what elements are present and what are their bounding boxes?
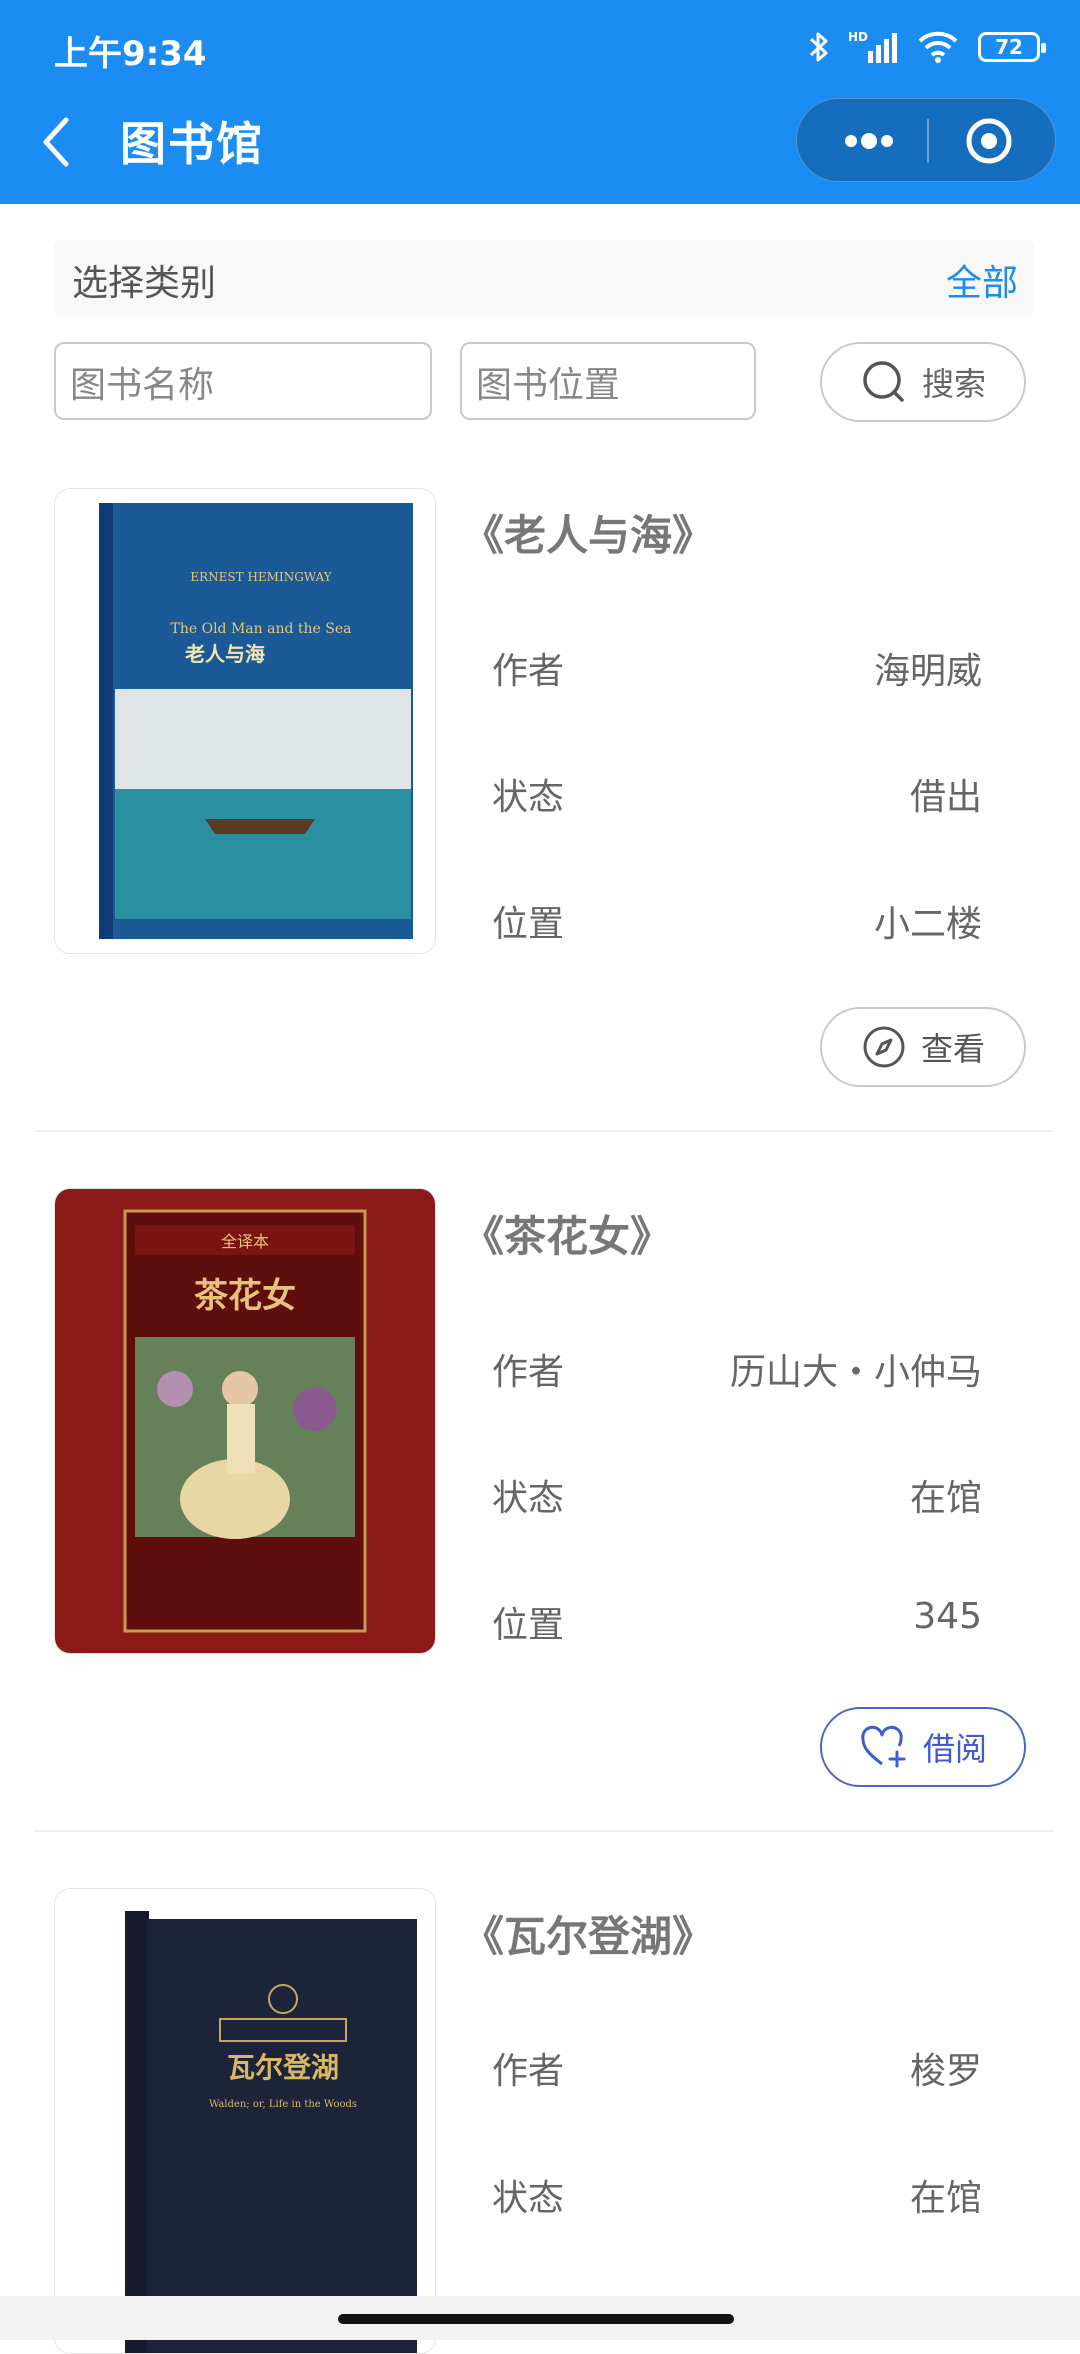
location-value: 小二楼 — [873, 904, 982, 945]
bluetooth-icon — [809, 32, 828, 62]
status-value: 借出 — [909, 777, 982, 818]
more-dots-icon[interactable] — [831, 99, 903, 183]
search-icon — [863, 361, 904, 402]
status-label: 状态 — [492, 1478, 565, 1519]
cover-author: ERNEST HEMINGWAY — [190, 570, 332, 584]
category-value[interactable]: 全部 — [946, 254, 1018, 306]
author-value: 梭罗 — [909, 2051, 982, 2092]
cover-en-title: The Old Man and the Sea — [171, 621, 352, 637]
wifi-icon — [918, 31, 958, 63]
search-button[interactable]: 搜索 — [820, 342, 1026, 422]
status-icons: HD 72 — [808, 22, 1046, 72]
book-title: 《老人与海》 — [462, 511, 715, 560]
book-name-input[interactable]: 图书名称 — [54, 342, 432, 420]
signal-icon: HD — [848, 30, 897, 63]
author-value: 历山大・小仲马 — [729, 1352, 982, 1393]
borrow-button[interactable]: 借阅 — [820, 1707, 1026, 1787]
book-location-input[interactable]: 图书位置 — [460, 342, 756, 420]
book-cover[interactable]: 全译本 茶花女 — [54, 1188, 436, 1654]
book-location-placeholder: 图书位置 — [476, 365, 621, 406]
category-selector[interactable]: 选择类别 全部 — [54, 240, 1034, 316]
book-cover[interactable]: 瓦尔登湖 Walden; or, Life in the Woods — [54, 1888, 436, 2354]
status-label: 状态 — [492, 777, 565, 818]
status-value: 在馆 — [909, 1478, 982, 1519]
author-label: 作者 — [492, 1352, 565, 1393]
network-type: HD — [848, 30, 868, 44]
cover-zh-title: 瓦尔登湖 — [227, 2051, 339, 2084]
category-label: 选择类别 — [72, 263, 217, 304]
cover-camille: 全译本 茶花女 — [55, 1189, 435, 1653]
location-value: 345 — [913, 1596, 982, 1637]
book-cover[interactable]: ERNEST HEMINGWAY The Old Man and the Sea… — [54, 488, 436, 954]
book-name-placeholder: 图书名称 — [70, 365, 215, 406]
capsule-divider — [927, 119, 929, 163]
home-indicator[interactable] — [338, 2314, 734, 2324]
divider — [34, 1130, 1054, 1132]
location-label: 位置 — [492, 1605, 565, 1646]
cover-en-title: Walden; or, Life in the Woods — [209, 2099, 357, 2110]
cover-zh-title: 茶花女 — [194, 1276, 296, 1316]
app-header: 上午9:34 HD 72 图书馆 — [0, 0, 1080, 204]
divider — [34, 1830, 1054, 1832]
view-button[interactable]: 查看 — [820, 1007, 1026, 1087]
heart-plus-icon — [861, 1725, 906, 1768]
status-label: 状态 — [492, 2178, 565, 2219]
miniprogram-capsule — [796, 98, 1056, 182]
cover-walden: 瓦尔登湖 Walden; or, Life in the Woods — [55, 1889, 435, 2353]
status-value: 在馆 — [909, 2178, 982, 2219]
cover-zh-title: 老人与海 — [185, 642, 265, 666]
battery-level: 72 — [995, 35, 1023, 59]
author-label: 作者 — [492, 651, 565, 692]
cover-old-man-and-sea: ERNEST HEMINGWAY The Old Man and the Sea… — [55, 489, 435, 953]
borrow-button-label: 借阅 — [922, 1730, 987, 1768]
back-arrow-icon[interactable] — [36, 112, 76, 172]
close-target-icon[interactable] — [953, 99, 1025, 183]
author-value: 海明威 — [873, 651, 982, 692]
location-label: 位置 — [492, 904, 565, 945]
battery-indicator: 72 — [978, 32, 1046, 62]
page-title: 图书馆 — [120, 117, 264, 171]
book-title: 《瓦尔登湖》 — [462, 1912, 715, 1961]
search-button-label: 搜索 — [921, 365, 986, 403]
status-time: 上午9:34 — [54, 34, 207, 74]
compass-icon — [863, 1026, 905, 1068]
author-label: 作者 — [492, 2051, 565, 2092]
book-title: 《茶花女》 — [462, 1212, 673, 1261]
cover-edition: 全译本 — [221, 1232, 269, 1251]
view-button-label: 查看 — [920, 1030, 985, 1068]
